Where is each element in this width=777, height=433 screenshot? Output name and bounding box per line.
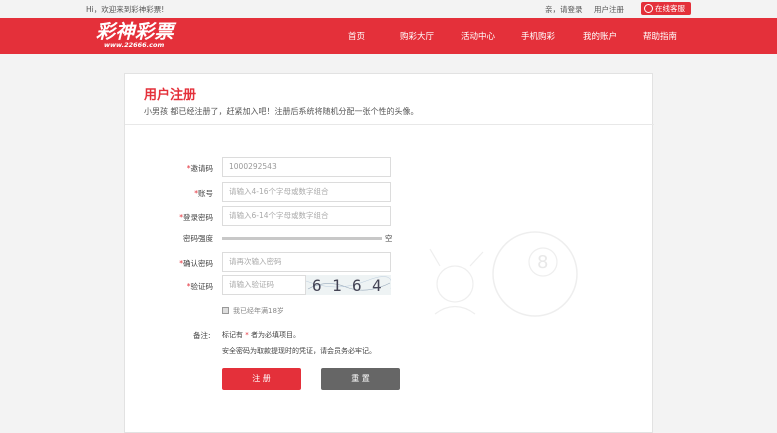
- note-line-1: 标记有 * 者为必填项目。: [222, 331, 300, 339]
- nav-activity-center[interactable]: 活动中心: [461, 30, 495, 42]
- notes-label: 备注:: [193, 331, 211, 340]
- headset-icon: [644, 4, 653, 13]
- svg-text:8: 8: [537, 252, 548, 273]
- welcome-text: Hi，欢迎来到彩神彩票!: [86, 5, 165, 14]
- nav-my-account[interactable]: 我的账户: [583, 30, 617, 42]
- note-line-2: 安全密码为取款提现时的凭证，请会员务必牢记。: [222, 347, 376, 355]
- confirm-password-input[interactable]: 请再次输入密码: [222, 252, 391, 272]
- site-logo[interactable]: 彩神彩票 www.22666.com: [96, 22, 196, 50]
- online-service-button[interactable]: 在线客服: [641, 2, 691, 15]
- captcha-char: 6: [312, 276, 322, 295]
- main-nav: 彩神彩票 www.22666.com 首页 购彩大厅 活动中心 手机购彩 我的账…: [0, 18, 777, 54]
- account-label: *账号: [194, 189, 213, 198]
- age-checkbox-label: 我已经年满18岁: [233, 307, 284, 315]
- register-button[interactable]: 注 册: [222, 368, 301, 390]
- logo-url-text: www.22666.com: [104, 41, 165, 49]
- login-link[interactable]: 亲，请登录: [545, 4, 583, 15]
- page-title: 用户注册: [144, 88, 197, 103]
- divider: [125, 124, 654, 125]
- register-card: 用户注册 小男孩 都已经注册了，赶紧加入吧！注册后系统将随机分配一张个性的头像。…: [124, 73, 654, 433]
- nav-lottery-hall[interactable]: 购彩大厅: [400, 30, 434, 42]
- logo-main-text: 彩神彩票: [96, 21, 175, 43]
- register-link[interactable]: 用户注册: [594, 4, 624, 15]
- confirm-label: *确认密码: [179, 259, 213, 268]
- password-strength-value: 空: [385, 234, 393, 243]
- nav-help-guide[interactable]: 帮助指南: [643, 30, 677, 42]
- captcha-image[interactable]: 6 1 6 4: [306, 275, 391, 295]
- captcha-char: 6: [352, 276, 362, 295]
- password-label: *登录密码: [179, 213, 213, 222]
- password-input[interactable]: 请输入6-14个字母或数字组合: [222, 206, 391, 226]
- top-bar: Hi，欢迎来到彩神彩票! 亲，请登录 用户注册 在线客服: [0, 0, 777, 18]
- captcha-input[interactable]: 请输入验证码: [222, 275, 306, 295]
- billiard-ball-mascot-icon: 8: [429, 231, 578, 317]
- captcha-char: 1: [332, 276, 342, 295]
- captcha-char: 4: [372, 276, 382, 295]
- strength-label: 密码强度: [183, 234, 213, 243]
- page-subtitle: 小男孩 都已经注册了，赶紧加入吧！注册后系统将随机分配一张个性的头像。: [144, 107, 419, 116]
- age-checkbox[interactable]: [222, 307, 229, 314]
- captcha-label: *验证码: [186, 282, 213, 291]
- password-strength-bar: [222, 237, 382, 240]
- nav-mobile-lottery[interactable]: 手机购彩: [521, 30, 555, 42]
- invite-code-input[interactable]: 1000292543: [222, 157, 391, 177]
- nav-home[interactable]: 首页: [348, 30, 365, 42]
- account-input[interactable]: 请输入4-16个字母或数字组合: [222, 182, 391, 202]
- online-service-label: 在线客服: [655, 4, 685, 13]
- invite-label: *邀请码: [186, 164, 213, 173]
- reset-button[interactable]: 重 置: [321, 368, 400, 390]
